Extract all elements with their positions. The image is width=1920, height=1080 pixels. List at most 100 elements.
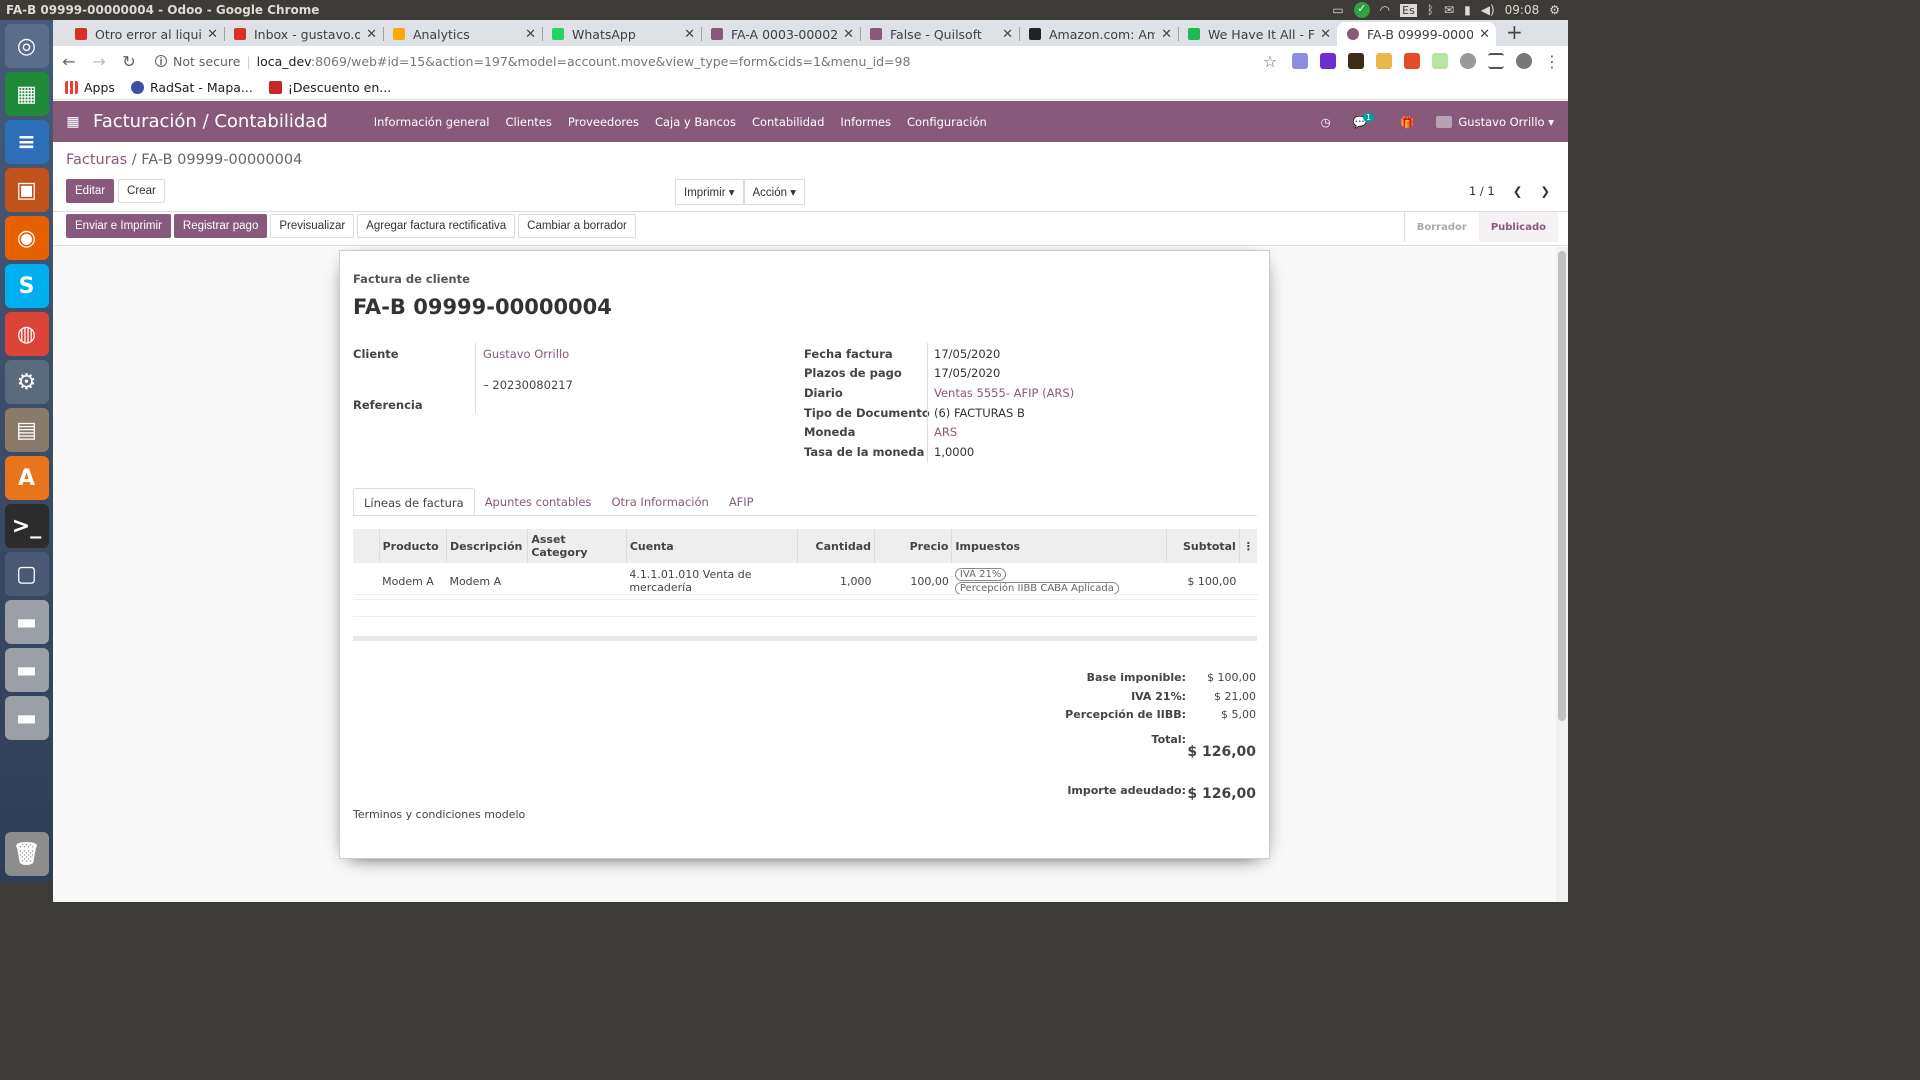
check-icon[interactable]: ✓ (1353, 2, 1370, 18)
close-tab-icon[interactable]: ✕ (366, 27, 377, 42)
menu-item-informacion-general[interactable]: Información general (374, 115, 490, 129)
close-tab-icon[interactable]: ✕ (1479, 27, 1490, 42)
keyboard-lang-indicator[interactable]: Es (1400, 3, 1417, 17)
impress-app-icon[interactable]: ▣ (4, 168, 49, 212)
scrollbar-thumb[interactable] (1558, 251, 1566, 721)
journal-link[interactable]: Ventas 5555- AFIP (ARS) (934, 386, 1074, 400)
screen-icon[interactable]: ▭ (1332, 3, 1343, 17)
close-tab-icon[interactable]: ✕ (1002, 27, 1013, 42)
gift-icon[interactable]: 🎁 (1400, 115, 1414, 129)
close-tab-icon[interactable]: ✕ (207, 27, 218, 42)
user-menu[interactable]: Gustavo Orrillo ▾ (1436, 115, 1554, 129)
activity-clock-icon[interactable]: ◷ (1321, 115, 1331, 129)
stage-draft[interactable]: Borrador (1405, 212, 1479, 242)
register-payment-button[interactable]: Registrar pago (173, 214, 268, 238)
extension-icon[interactable] (1460, 53, 1476, 69)
action-dropdown[interactable]: Acción ▾ (743, 179, 805, 205)
menu-item-informes[interactable]: Informes (840, 115, 891, 129)
breadcrumb-parent-link[interactable]: Facturas (66, 152, 127, 168)
currency-link[interactable]: ARS (934, 425, 957, 439)
browser-tab-active[interactable]: FA-B 09999-000000✕ (1337, 22, 1496, 46)
col-subtotal[interactable]: Subtotal (1166, 529, 1240, 563)
close-tab-icon[interactable]: ✕ (1161, 27, 1172, 42)
bookmark-radsat[interactable]: RadSat - Mapa... (130, 80, 253, 95)
dash-icon[interactable]: ◎ (4, 24, 49, 68)
col-account[interactable]: Cuenta (626, 529, 798, 563)
scrollbar[interactable] (1556, 247, 1568, 902)
edit-button[interactable]: Editar (66, 179, 115, 203)
new-tab-button[interactable]: + (1496, 20, 1533, 46)
close-tab-icon[interactable]: ✕ (525, 27, 536, 42)
close-tab-icon[interactable]: ✕ (1320, 27, 1331, 42)
battery-icon[interactable]: ▮ (1464, 3, 1471, 17)
send-print-button[interactable]: Enviar e Imprimir (66, 214, 171, 238)
extension-icon[interactable] (1320, 53, 1336, 69)
menu-item-proveedores[interactable]: Proveedores (568, 115, 639, 129)
messages-icon[interactable]: 💬1 (1353, 112, 1378, 129)
drive-icon-3[interactable]: ▬ (4, 696, 49, 740)
trash-icon[interactable]: 🗑 (4, 832, 49, 876)
bookmark-apps[interactable]: Apps (65, 80, 115, 95)
app-brand[interactable]: Facturación / Contabilidad (93, 111, 328, 132)
client-link[interactable]: Gustavo Orrillo (483, 347, 569, 361)
menu-item-contabilidad[interactable]: Contabilidad (752, 115, 824, 129)
browser-tab[interactable]: WhatsApp ✕ (542, 22, 701, 46)
close-tab-icon[interactable]: ✕ (843, 27, 854, 42)
star-icon[interactable]: ☆ (1262, 52, 1278, 71)
info-icon[interactable]: i (155, 55, 167, 67)
wifi-icon[interactable]: ◠ (1380, 3, 1390, 17)
skype-icon[interactable]: S (4, 264, 49, 308)
extension-icon[interactable] (1348, 53, 1364, 69)
col-asset-category[interactable]: Asset Category (527, 529, 627, 563)
settings-app-icon[interactable]: ⚙ (4, 360, 49, 404)
chrome-icon[interactable]: ◍ (4, 312, 49, 356)
clock[interactable]: 09:08 (1505, 3, 1540, 17)
reset-to-draft-button[interactable]: Cambiar a borrador (518, 214, 636, 238)
profile-avatar-icon[interactable] (1516, 53, 1532, 69)
pager-value[interactable]: 1 / 1 (1469, 184, 1495, 198)
mail-icon[interactable]: ✉ (1444, 3, 1454, 17)
browser-tab[interactable]: Amazon.com: Amaz✕ (1019, 22, 1178, 46)
tab-afip[interactable]: AFIP (719, 488, 764, 515)
print-dropdown[interactable]: Imprimir ▾ (675, 179, 744, 205)
reload-icon[interactable]: ↻ (121, 52, 137, 71)
volume-icon[interactable]: ◀) (1481, 3, 1495, 17)
workspace-icon[interactable]: ▢ (4, 552, 49, 596)
browser-tab[interactable]: Inbox - gustavo.orri✕ (224, 22, 383, 46)
media-control-icon[interactable] (1488, 53, 1504, 69)
writer-app-icon[interactable]: ≡ (4, 120, 49, 164)
browser-tab[interactable]: False - Quilsoft ✕ (860, 22, 1019, 46)
gear-icon[interactable]: ⚙ (1549, 3, 1560, 17)
stage-posted[interactable]: Publicado (1478, 212, 1558, 242)
browser-tab[interactable]: Otro error al liquid ✕ (65, 22, 224, 46)
more-menu-icon[interactable]: ⋮ (1544, 52, 1560, 71)
col-product[interactable]: Producto (379, 529, 447, 563)
tab-journal-items[interactable]: Apuntes contables (475, 488, 602, 515)
spreadsheet-app-icon[interactable]: ▦ (4, 72, 49, 116)
col-price[interactable]: Precio (874, 529, 953, 563)
terminal-icon[interactable]: >_ (4, 504, 49, 548)
software-center-icon[interactable]: A (4, 456, 49, 500)
firefox-icon[interactable]: ◉ (4, 216, 49, 260)
column-options-icon[interactable]: ⋮ (1239, 529, 1257, 563)
extension-icon[interactable] (1432, 53, 1448, 69)
bluetooth-icon[interactable]: ᛒ (1427, 3, 1434, 17)
bookmark-descuento[interactable]: ¡Descuento en... (268, 80, 391, 95)
apps-menu-icon[interactable]: ▦ (53, 114, 93, 130)
menu-item-caja-y-bancos[interactable]: Caja y Bancos (655, 115, 736, 129)
close-tab-icon[interactable]: ✕ (684, 27, 695, 42)
extension-icon[interactable] (1376, 53, 1392, 69)
drive-icon-1[interactable]: ▬ (4, 600, 49, 644)
menu-item-configuracion[interactable]: Configuración (907, 115, 987, 129)
preview-button[interactable]: Previsualizar (270, 214, 355, 238)
drive-icon-2[interactable]: ▬ (4, 648, 49, 692)
extension-icon[interactable] (1292, 53, 1308, 69)
browser-tab[interactable]: FA-A 0003-0000223✕ (701, 22, 860, 46)
address-bar[interactable]: i Not secure | loca_dev:8069/web#id=15&a… (151, 54, 1248, 69)
col-quantity[interactable]: Cantidad (797, 529, 876, 563)
forward-icon[interactable]: → (91, 52, 107, 71)
browser-tab[interactable]: Analytics ✕ (383, 22, 542, 46)
create-button[interactable]: Crear (118, 179, 165, 203)
browser-tab[interactable]: We Have It All - F ✕ (1178, 22, 1337, 46)
chevron-left-icon[interactable]: ❮ (1513, 184, 1523, 198)
